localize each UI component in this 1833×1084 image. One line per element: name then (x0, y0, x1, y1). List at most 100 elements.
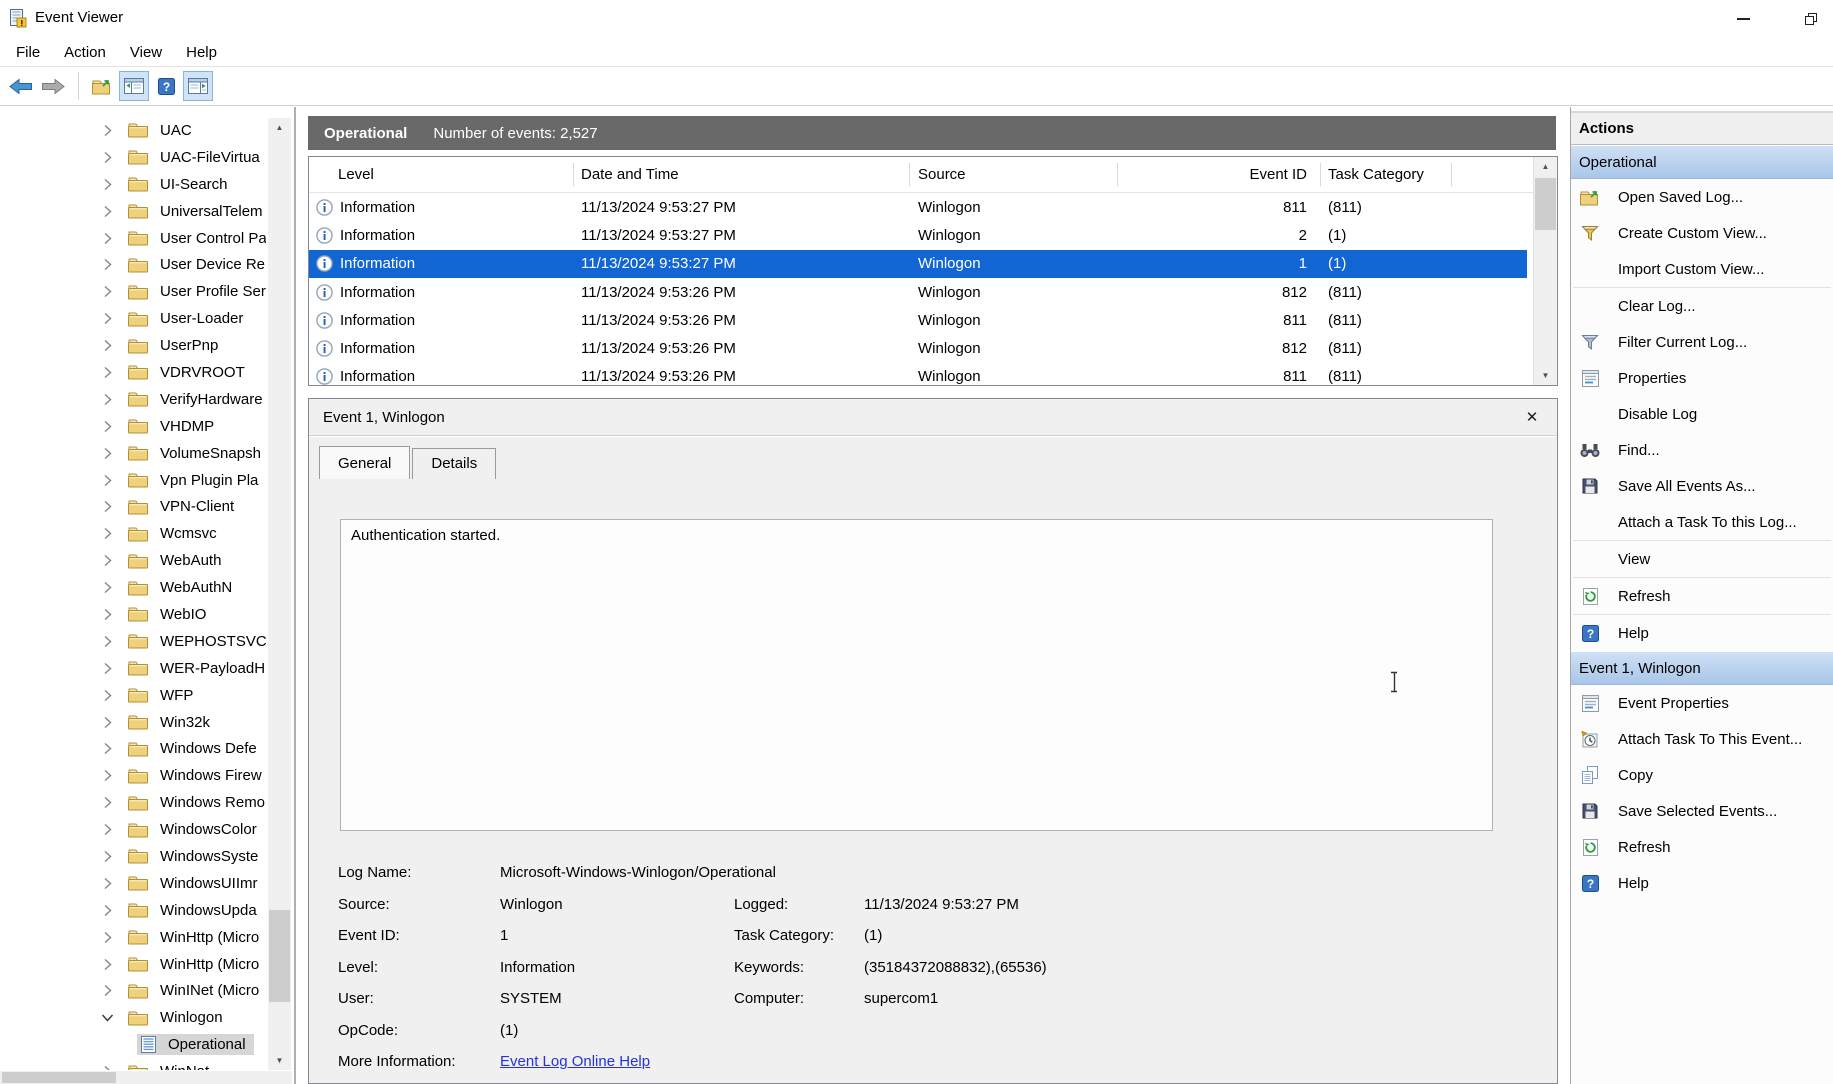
chevron-right-icon[interactable] (103, 420, 116, 433)
tree-node[interactable]: Windows Firew (124, 765, 266, 786)
action-event-properties[interactable]: Event Properties (1571, 685, 1833, 721)
tree-node[interactable]: WinHttp (Micro (124, 954, 266, 975)
column-resize-handle[interactable] (1320, 163, 1321, 186)
chevron-right-icon[interactable] (103, 366, 116, 379)
tab-general[interactable]: General (319, 446, 410, 479)
chevron-right-icon[interactable] (103, 958, 116, 971)
action-save-selected-events[interactable]: Save Selected Events... (1571, 793, 1833, 829)
event-row[interactable]: Information11/13/2024 9:53:27 PMWinlogon… (309, 221, 1527, 249)
tree-item-winhttp-micro[interactable]: WinHttp (Micro (0, 951, 266, 978)
chevron-right-icon[interactable] (103, 877, 116, 890)
chevron-right-icon[interactable] (103, 769, 116, 782)
tree-node[interactable]: Windows Defe (124, 738, 265, 759)
tree-node[interactable]: WindowsUIImr (124, 873, 266, 894)
tree-node[interactable]: WinNat (124, 1061, 217, 1070)
tree-node[interactable]: Windows Remo (124, 792, 266, 813)
chevron-right-icon[interactable] (103, 742, 116, 755)
show-action-pane-button[interactable] (183, 71, 213, 101)
column-resize-handle[interactable] (909, 163, 910, 186)
tree-node[interactable]: UAC-FileVirtua (124, 147, 266, 168)
tree-node[interactable]: Winlogon (124, 1007, 231, 1028)
action-refresh[interactable]: Refresh (1571, 578, 1833, 614)
menu-item-view[interactable]: View (118, 41, 174, 64)
tree-node[interactable]: VolumeSnapsh (124, 443, 266, 464)
tree-hscrollbar-thumb[interactable] (2, 1072, 116, 1083)
tree-item-winlogon[interactable]: Winlogon (0, 1004, 266, 1031)
chevron-right-icon[interactable] (103, 527, 116, 540)
tree-item-volumesnapsh[interactable]: VolumeSnapsh (0, 440, 266, 467)
tree-item-webauthn[interactable]: WebAuthN (0, 574, 266, 601)
tree-item-verifyhardware[interactable]: VerifyHardware (0, 386, 266, 413)
event-row[interactable]: Information11/13/2024 9:53:27 PMWinlogon… (309, 250, 1527, 278)
tree-item-vpn-client[interactable]: VPN-Client (0, 493, 266, 520)
tree-item-windows-firew[interactable]: Windows Firew (0, 762, 266, 789)
table-vertical-scrollbar[interactable]: ▲ ▼ (1533, 157, 1557, 385)
tree-item-windows-remo[interactable]: Windows Remo (0, 789, 266, 816)
tree-item-win32k[interactable]: Win32k (0, 709, 266, 736)
chevron-right-icon[interactable] (103, 904, 116, 917)
chevron-right-icon[interactable] (103, 258, 116, 271)
chevron-right-icon[interactable] (103, 339, 116, 352)
action-refresh[interactable]: Refresh (1571, 829, 1833, 865)
tree-node[interactable]: VHDMP (124, 416, 222, 437)
chevron-right-icon[interactable] (103, 205, 116, 218)
tree-node[interactable]: UAC (124, 120, 200, 141)
chevron-right-icon[interactable] (103, 635, 116, 648)
tree-node[interactable]: WinINet (Micro (124, 980, 266, 1001)
show-console-tree-button[interactable] (119, 71, 149, 101)
tree-node[interactable]: Vpn Plugin Pla (124, 470, 266, 491)
chevron-right-icon[interactable] (103, 232, 116, 245)
tree-item-wcmsvc[interactable]: Wcmsvc (0, 520, 266, 547)
event-row[interactable]: Information11/13/2024 9:53:26 PMWinlogon… (309, 278, 1527, 306)
tree-node[interactable]: WindowsUpda (124, 900, 265, 921)
tree-item-wininet-micro[interactable]: WinINet (Micro (0, 978, 266, 1005)
tree-item-user-control-pa[interactable]: User Control Pa (0, 225, 266, 252)
action-find[interactable]: Find... (1571, 432, 1833, 468)
event-row[interactable]: Information11/13/2024 9:53:26 PMWinlogon… (309, 363, 1527, 386)
tree-node[interactable]: User Control Pa (124, 228, 266, 249)
column-header-date-and-time[interactable]: Date and Time (573, 166, 909, 183)
tree-node[interactable]: WebAuthN (124, 577, 240, 598)
tree-item-user-device-re[interactable]: User Device Re (0, 251, 266, 278)
event-row[interactable]: Information11/13/2024 9:53:26 PMWinlogon… (309, 306, 1527, 334)
event-row[interactable]: Information11/13/2024 9:53:26 PMWinlogon… (309, 334, 1527, 362)
chevron-right-icon[interactable] (103, 850, 116, 863)
chevron-right-icon[interactable] (103, 500, 116, 513)
column-header-source[interactable]: Source (909, 166, 1117, 183)
action-help[interactable]: ?Help (1571, 615, 1833, 651)
tree-node[interactable]: WEPHOSTSVC (124, 631, 266, 652)
chevron-right-icon[interactable] (103, 689, 116, 702)
back-arrow-button[interactable] (6, 71, 36, 101)
tree-node[interactable]: WindowsSyste (124, 846, 266, 867)
event-row[interactable]: Information11/13/2024 9:53:27 PMWinlogon… (309, 193, 1527, 221)
tree-item-wer-payloadh[interactable]: WER-PayloadH (0, 655, 266, 682)
action-disable-log[interactable]: Disable Log (1571, 396, 1833, 432)
tree-node[interactable]: WindowsColor (124, 819, 265, 840)
tree-item-wfp[interactable]: WFP (0, 682, 266, 709)
tree-item-ui-search[interactable]: UI-Search (0, 171, 266, 198)
scroll-up-icon[interactable]: ▲ (268, 118, 291, 137)
action-open-saved-log[interactable]: Open Saved Log... (1571, 179, 1833, 215)
close-icon[interactable]: ✕ (1521, 408, 1543, 426)
action-section-event-1-winlogon[interactable]: Event 1, Winlogon (1571, 651, 1833, 685)
tree-node[interactable]: User Profile Ser (124, 281, 266, 302)
tree-item-vpn-plugin-pla[interactable]: Vpn Plugin Pla (0, 467, 266, 494)
menu-item-action[interactable]: Action (52, 41, 118, 64)
tree-item-webauth[interactable]: WebAuth (0, 547, 266, 574)
chevron-right-icon[interactable] (103, 1065, 116, 1070)
tree-item-webio[interactable]: WebIO (0, 601, 266, 628)
tree-node[interactable]: Wcmsvc (124, 523, 225, 544)
column-header-event-id[interactable]: Event ID (1117, 166, 1320, 183)
action-save-all-events-as[interactable]: Save All Events As... (1571, 468, 1833, 504)
tree-node[interactable]: UniversalTelem (124, 201, 266, 222)
tree-item-winnat[interactable]: WinNat (0, 1058, 266, 1070)
tree-horizontal-scrollbar[interactable] (0, 1071, 267, 1084)
tree-item-operational[interactable]: Operational (0, 1031, 266, 1058)
tree-item-uac[interactable]: UAC (0, 117, 266, 144)
restore-button[interactable] (1796, 6, 1826, 32)
action-create-custom-view[interactable]: Create Custom View... (1571, 215, 1833, 251)
column-resize-handle[interactable] (573, 163, 574, 186)
action-section-operational[interactable]: Operational (1571, 145, 1833, 179)
chevron-right-icon[interactable] (103, 554, 116, 567)
tree-item-vhdmp[interactable]: VHDMP (0, 413, 266, 440)
